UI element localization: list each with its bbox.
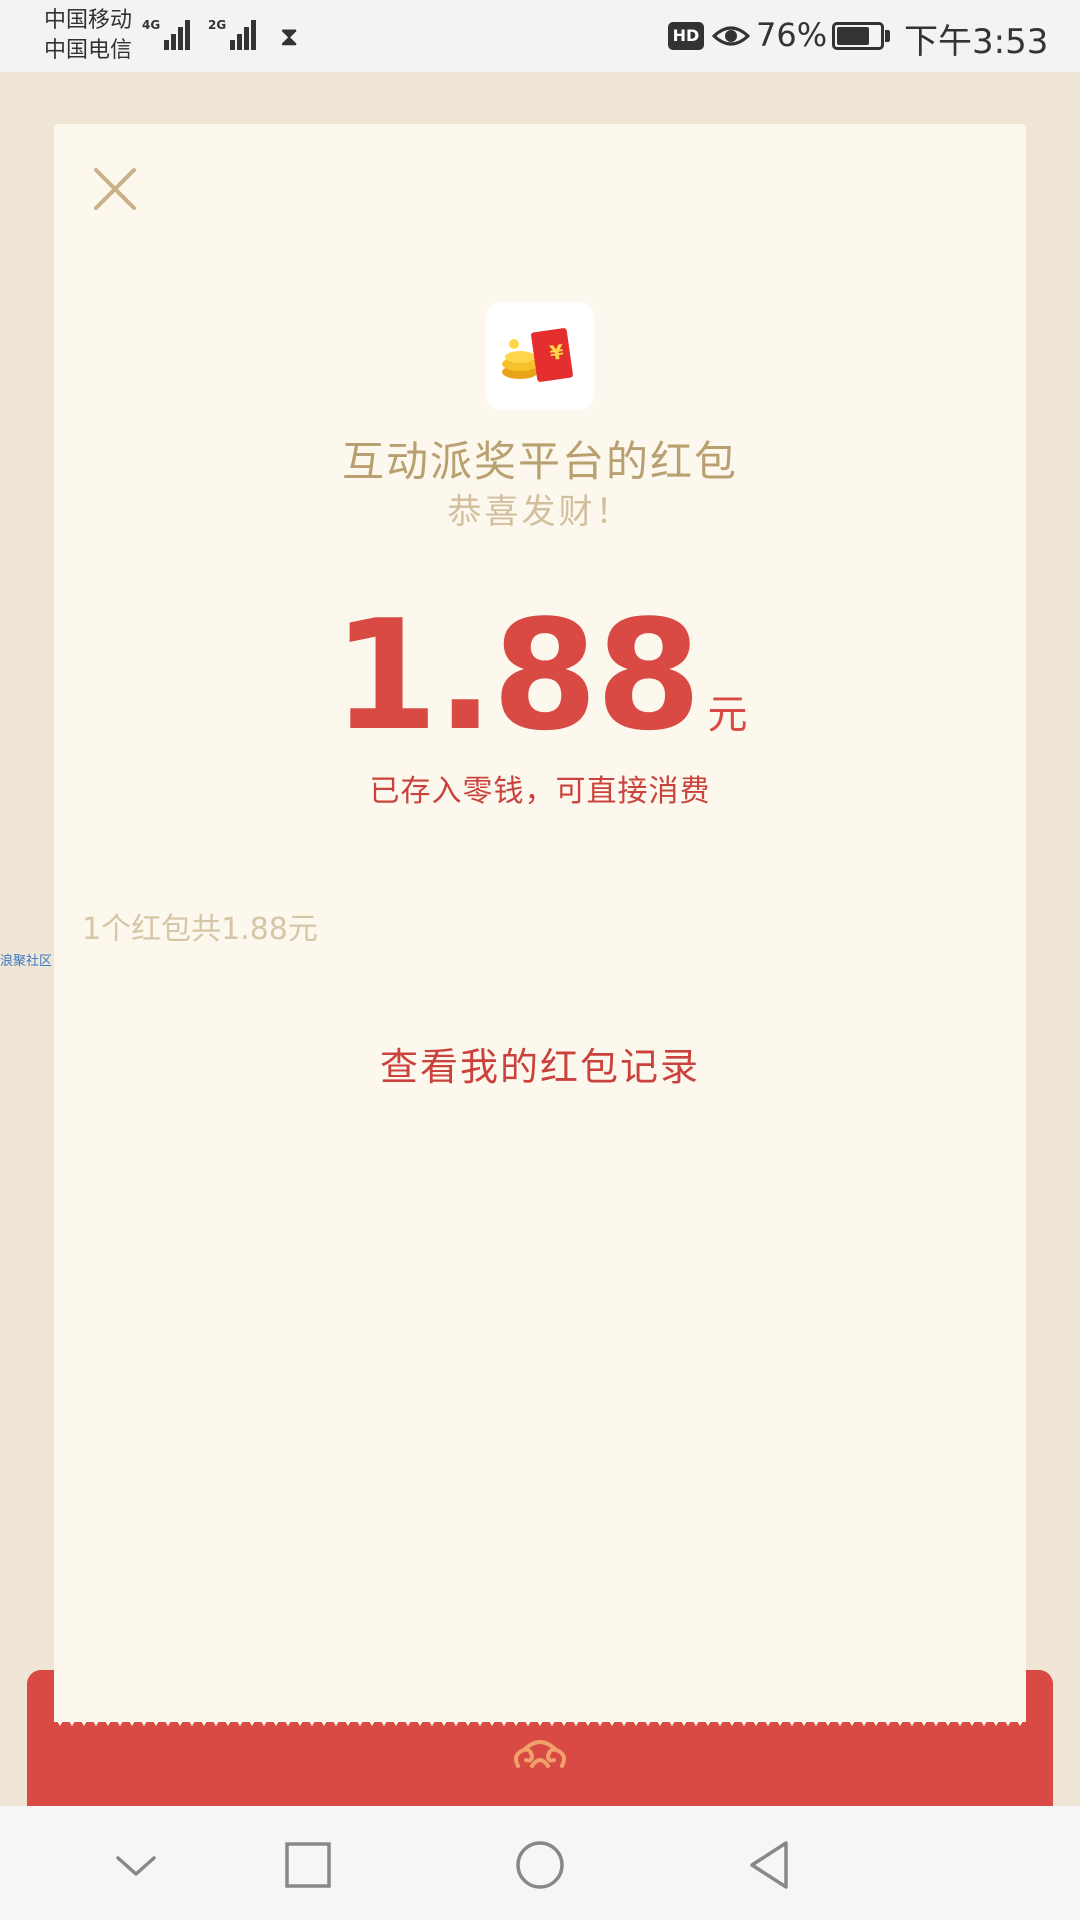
card-zigzag-edge [54,1708,1026,1726]
red-packet-coins-icon: ¥ [486,302,594,410]
status-bar: 中国移动 中国电信 4G 2G ⧗ HD 76% 下午3:53 [0,0,1080,72]
carrier-names: 中国移动 中国电信 [44,6,132,66]
circle-icon[interactable] [512,1840,568,1890]
saved-to-wallet-note: 已存入零钱，可直接消费 [369,774,711,809]
amount-currency: 元 [707,692,748,738]
close-icon[interactable] [92,166,138,212]
amount-value: 1.88 [332,587,701,764]
square-icon[interactable] [280,1840,336,1890]
eye-icon [712,26,750,46]
carrier-2: 中国电信 [44,38,133,63]
packet-summary: 1个红包共1.88元 [82,912,318,947]
watermark: 浪聚社区 [0,954,53,969]
battery-icon [832,22,890,50]
status-time: 下午3:53 [904,22,1049,62]
amount-display: 1.88 元 [0,596,1080,756]
hd-badge: HD [668,22,704,50]
hourglass-icon: ⧗ [280,22,299,52]
sender-title: 互动派奖平台的红包 [341,437,738,486]
chevron-down-icon[interactable] [108,1840,164,1890]
carrier-1: 中国移动 [44,8,133,33]
cloud-swirl-icon [514,1740,566,1768]
navigation-bar [0,1806,1080,1920]
view-records-link[interactable]: 查看我的红包记录 [0,1036,1080,1091]
battery-percent: 76% [756,16,828,54]
back-triangle-icon[interactable] [742,1840,798,1890]
greeting-subtitle: 恭喜发财！ [447,492,633,532]
